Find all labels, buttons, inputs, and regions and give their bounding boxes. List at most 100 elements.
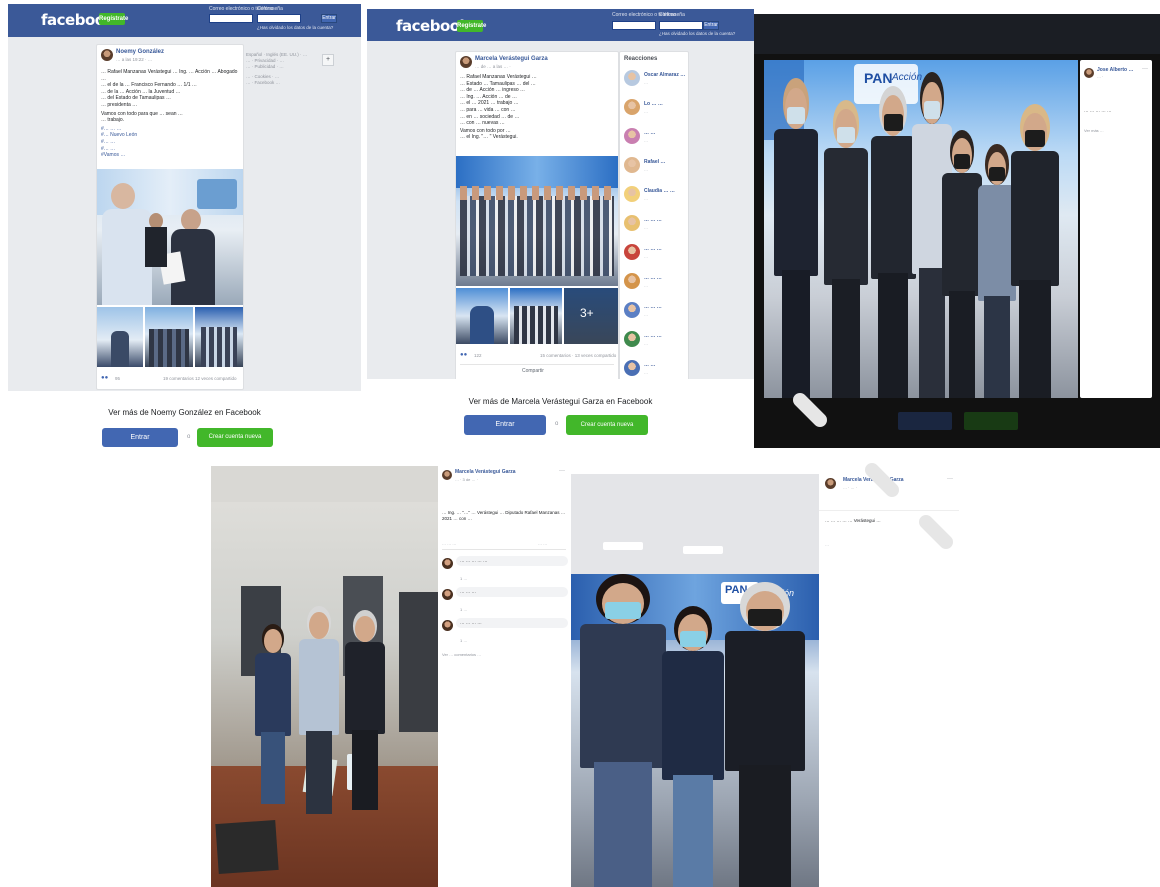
reactions-count[interactable]: 122 xyxy=(474,353,482,358)
email-input[interactable] xyxy=(612,21,656,30)
banner-create-account-button[interactable]: Crear cuenta nueva xyxy=(197,428,273,447)
reaction-person[interactable]: … … …… xyxy=(620,327,688,355)
person-name[interactable]: … … … xyxy=(644,304,662,310)
photo-viewer[interactable]: PAN Acción xyxy=(764,60,1078,398)
post-thumbnail[interactable] xyxy=(195,307,243,367)
forgot-account-link[interactable]: ¿Has olvidado los datos de la cuenta? xyxy=(659,31,735,36)
post-timestamp[interactable]: … · 3 de … · xyxy=(455,477,478,482)
post-thumbnail-more[interactable]: 3+ xyxy=(564,288,618,344)
author-avatar[interactable] xyxy=(442,470,452,480)
post-author[interactable]: Marcela Verástegui Garza xyxy=(475,56,548,62)
password-input[interactable] xyxy=(257,14,301,23)
post-timestamp[interactable]: … · xyxy=(1097,74,1103,79)
event-photo[interactable]: PAN Acción xyxy=(571,474,819,887)
author-avatar[interactable] xyxy=(460,56,472,68)
person-avatar[interactable] xyxy=(624,302,640,318)
person-avatar[interactable] xyxy=(624,157,640,173)
person-name[interactable]: … … … xyxy=(644,333,662,339)
more-options-icon[interactable]: ··· xyxy=(559,468,565,474)
person-name[interactable]: … … xyxy=(644,362,655,368)
reaction-person[interactable]: … … …… xyxy=(620,269,688,297)
add-language-icon[interactable]: + xyxy=(322,54,334,66)
reaction-person[interactable]: … …… xyxy=(620,124,688,152)
post-stats[interactable]: 19 comentarios 12 veces compartido xyxy=(163,376,237,381)
person-name[interactable]: Rafael … xyxy=(644,159,665,165)
reactions-icons[interactable]: ●● xyxy=(460,352,467,358)
share-button[interactable]: Compartir xyxy=(522,368,544,374)
post-timestamp[interactable]: … · … · xyxy=(843,485,857,490)
banner-create-account-button[interactable]: Crear cuenta nueva xyxy=(566,415,648,435)
post-author[interactable]: Marcela Verástegui Garza xyxy=(843,477,904,483)
reactions-count[interactable]: 95 xyxy=(115,376,120,381)
comments-stats[interactable]: … … xyxy=(538,541,547,546)
email-input[interactable] xyxy=(209,14,253,23)
signup-button[interactable]: Regístrate xyxy=(457,20,486,32)
post-thumbnail[interactable] xyxy=(145,307,193,367)
person-name[interactable]: Lo … … xyxy=(644,101,663,107)
more-options-icon[interactable]: ··· xyxy=(947,476,953,482)
author-avatar[interactable] xyxy=(825,478,836,489)
banner-login-button[interactable]: Entrar xyxy=(102,428,178,447)
person-avatar[interactable] xyxy=(624,331,640,347)
commenter-avatar[interactable] xyxy=(442,620,453,631)
author-avatar[interactable] xyxy=(101,49,113,61)
commenter-avatar[interactable] xyxy=(442,558,453,569)
post-author[interactable]: Noemy González xyxy=(116,49,164,55)
hashtag-link[interactable]: #… Nuevo León xyxy=(101,132,239,139)
person-avatar[interactable] xyxy=(624,99,640,115)
person-name[interactable]: … … xyxy=(644,130,655,136)
reactions-stats[interactable]: … … … xyxy=(442,541,456,546)
comment-like[interactable]: 1 … xyxy=(460,576,467,581)
comment-like[interactable]: 1 … xyxy=(460,607,467,612)
reaction-person[interactable]: Lo … …… xyxy=(620,95,688,123)
post-thumbnail[interactable] xyxy=(456,288,508,344)
reaction-person[interactable]: … … …… xyxy=(620,298,688,326)
post-thumbnail[interactable] xyxy=(97,307,143,367)
person-name[interactable]: Claudia … … xyxy=(644,188,675,194)
password-input[interactable] xyxy=(659,21,703,30)
more-options-icon[interactable]: ··· xyxy=(1142,66,1148,72)
person-name[interactable]: Oscar Almaraz … xyxy=(644,72,685,78)
person-avatar[interactable] xyxy=(624,70,640,86)
login-button[interactable]: Entrar xyxy=(321,14,337,23)
office-photo[interactable] xyxy=(211,466,438,887)
person-avatar[interactable] xyxy=(624,215,640,231)
hashtag-link[interactable]: #… … xyxy=(101,139,239,146)
signup-button[interactable]: Regístrate xyxy=(99,13,128,25)
reaction-person[interactable]: Claudia … …… xyxy=(620,182,688,210)
reaction-person[interactable]: … … …… xyxy=(620,240,688,268)
reaction-person[interactable]: Oscar Almaraz …… xyxy=(620,66,688,94)
banner-login-button[interactable]: Entrar xyxy=(464,415,546,435)
hashtag-link[interactable]: #Vamos … xyxy=(101,152,239,159)
author-avatar[interactable] xyxy=(1084,68,1094,78)
reaction-person[interactable]: … … …… xyxy=(620,211,688,239)
post-main-photo[interactable] xyxy=(456,156,618,286)
person-avatar[interactable] xyxy=(624,186,640,202)
see-more-link[interactable]: Ver más … xyxy=(1084,128,1104,133)
post-author[interactable]: Jose Alberto … xyxy=(1097,67,1134,73)
hashtag-link[interactable]: #… … xyxy=(101,146,239,153)
commenter-avatar[interactable] xyxy=(442,589,453,600)
person-avatar[interactable] xyxy=(624,128,640,144)
person-name[interactable]: … … … xyxy=(644,217,662,223)
footer-line[interactable]: … · Publicidad · … xyxy=(246,64,318,70)
person-avatar[interactable] xyxy=(624,244,640,260)
post-timestamp[interactable]: … de … a las … · xyxy=(475,64,511,69)
person-avatar[interactable] xyxy=(624,273,640,289)
more-photos-count[interactable]: 3+ xyxy=(580,306,594,320)
forgot-account-link[interactable]: ¿Has olvidado los datos de la cuenta? xyxy=(257,25,333,30)
post-timestamp[interactable]: … a las 19:22 · … xyxy=(116,57,152,62)
post-thumbnail[interactable] xyxy=(510,288,562,344)
post-stats[interactable]: 15 comentarios · 13 veces compartido xyxy=(540,353,616,358)
view-more-comments-link[interactable]: Ver … comentarios … xyxy=(442,652,481,657)
hashtag-link[interactable]: #… … … xyxy=(101,126,239,133)
login-button[interactable]: Entrar xyxy=(703,21,719,30)
footer-line[interactable]: … · Facebook … xyxy=(246,80,318,86)
post-main-photo[interactable] xyxy=(97,169,243,305)
post-author[interactable]: Marcela Verástegui Garza xyxy=(455,469,516,475)
reaction-person[interactable]: Rafael …… xyxy=(620,153,688,181)
reactions-stats[interactable]: … xyxy=(825,542,829,547)
person-name[interactable]: … … … xyxy=(644,275,662,281)
comment-like[interactable]: 1 … xyxy=(460,638,467,643)
reactions-icons[interactable]: ●● xyxy=(101,375,108,381)
